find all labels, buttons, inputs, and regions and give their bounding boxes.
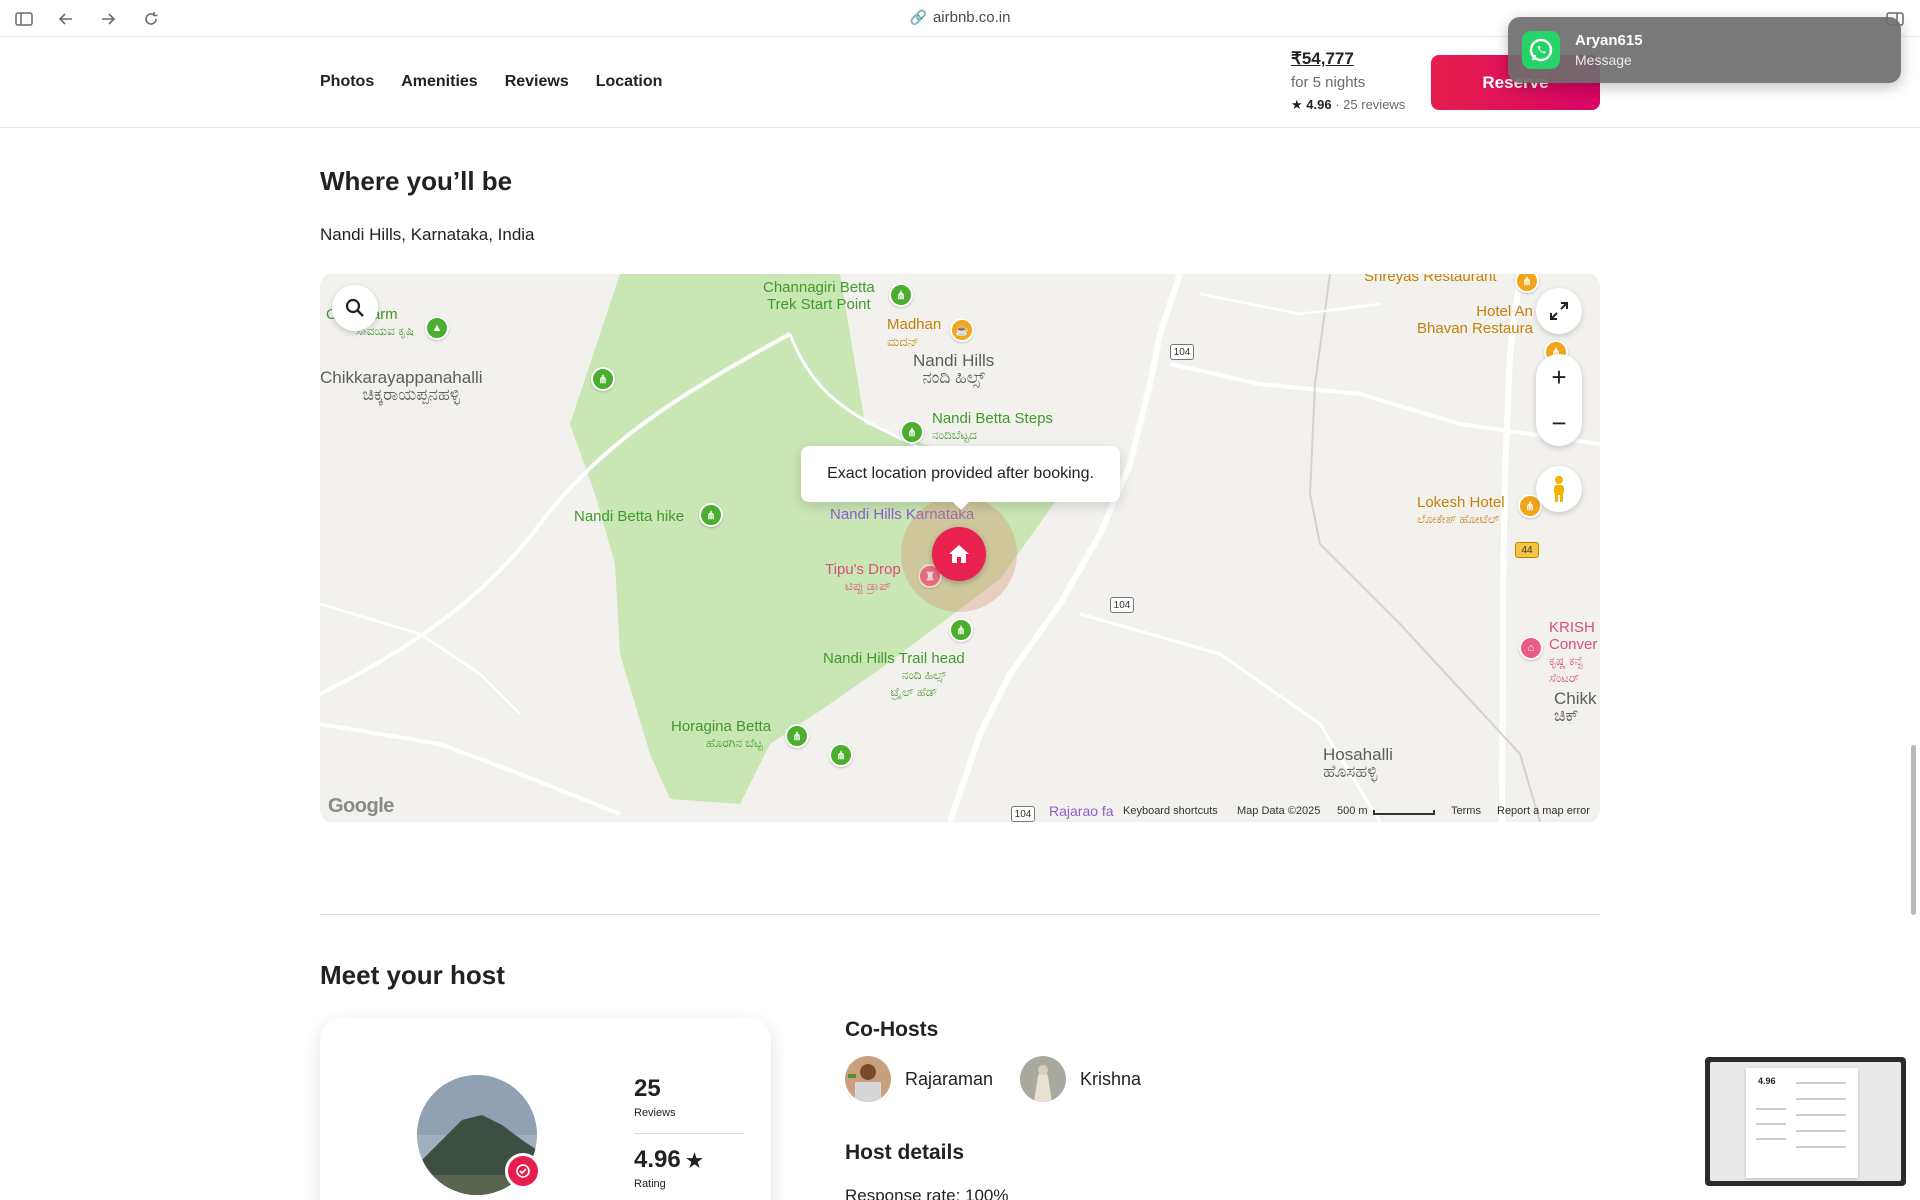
tab-amenities[interactable]: Amenities (401, 73, 477, 91)
hiking-pin-icon[interactable]: ⋔ (889, 283, 913, 307)
keyboard-shortcuts-link[interactable]: Keyboard shortcuts (1123, 805, 1218, 817)
hiking-pin-icon[interactable]: ⋔ (785, 724, 809, 748)
highway-shield: 104 (1110, 597, 1134, 613)
response-rate: Response rate: 100% (845, 1186, 1009, 1200)
map-footer: Keyboard shortcuts Map Data ©2025 500 m … (320, 800, 1600, 822)
host-card[interactable]: 25 Reviews 4.96 ★ Rating (320, 1018, 771, 1200)
thumbnail-rating: 4.96 (1758, 1076, 1776, 1086)
map-label-nandi-hills: Nandi Hills ನಂದಿ ಹಿಲ್ಸ್ (913, 351, 995, 387)
event-venue-pin-icon[interactable]: ⌂ (1519, 636, 1543, 660)
reviews-count: 25 reviews (1343, 97, 1406, 112)
url-text: airbnb.co.in (932, 9, 1011, 26)
highway-shield: 44 (1515, 542, 1539, 558)
map-label-hotel: Hotel An Bhavan Restaura (1417, 303, 1533, 337)
hiking-pin-icon[interactable]: ⋔ (699, 503, 723, 527)
rating-summary: ★ 4.96 · 25 reviews (1291, 97, 1406, 112)
cohost-avatar (1020, 1056, 1066, 1102)
scale-bar (1373, 810, 1435, 815)
fullscreen-button[interactable] (1536, 288, 1582, 334)
tab-location[interactable]: Location (596, 73, 663, 91)
rating-value: 4.96 (1306, 97, 1332, 112)
page-scrollbar[interactable] (1911, 745, 1916, 915)
tab-reviews[interactable]: Reviews (505, 73, 569, 91)
map-data-label: Map Data ©2025 (1237, 805, 1321, 817)
whatsapp-icon (1522, 31, 1560, 69)
location-map[interactable]: Channagiri Betta Trek Start Point Madhan ಮ… (320, 274, 1600, 822)
map-label-hosahalli: Hosahalli ಹೊಸಹಳ್ಳಿ (1323, 745, 1393, 781)
cafe-pin-icon[interactable]: ☕ (950, 318, 974, 342)
hiking-pin-icon[interactable]: ⋔ (900, 420, 924, 444)
section-tabs: Photos Amenities Reviews Location (320, 73, 662, 91)
cohost-item[interactable]: Rajaraman (845, 1056, 993, 1102)
highway-shield: 104 (1170, 344, 1194, 360)
map-label-horagina: Horagina Betta ಹೊರಗಿನ ಬೆಟ್ಟ (671, 718, 772, 750)
location-place: Nandi Hills, Karnataka, India (320, 225, 535, 244)
search-icon (345, 298, 364, 317)
thumbnail-review-panel: 4.96 (1746, 1068, 1858, 1178)
map-label-trail: Nandi Hills Trail head ನಂದಿ ಹಿಲ್ಸ್ ಟ್ರೈಲ್ … (823, 650, 965, 699)
cohost-item[interactable]: Krishna (1020, 1056, 1141, 1102)
location-tooltip: Exact location provided after booking. (801, 446, 1120, 510)
report-error-link[interactable]: Report a map error (1497, 805, 1590, 817)
total-price[interactable]: ₹54,777 (1291, 49, 1405, 69)
map-label-tipu: Tipu's Drop ಟಿಪ್ಪು ಡ್ರಾಪ್ (825, 561, 901, 593)
map-label-chikkarayappanahalli: Chikkarayappanahalli ಚಿಕ್ಕರಾಯಪ್ಪನಹಳ್ಳಿ (320, 368, 483, 404)
cohost-avatar (845, 1056, 891, 1102)
zoom-out-button[interactable]: − (1536, 400, 1582, 446)
home-marker-icon[interactable] (932, 527, 986, 581)
map-label-madhan: Madhan ಮದನ್ (887, 316, 942, 349)
map-label-hike: Nandi Betta hike (574, 508, 685, 525)
notification-title: Aryan615 (1575, 32, 1643, 49)
stat-divider (634, 1133, 744, 1134)
star-icon: ★ (1291, 97, 1303, 112)
expand-icon (1550, 302, 1568, 320)
host-rating-stat: 4.96 ★ Rating (634, 1146, 704, 1190)
pegman-icon (1554, 476, 1564, 502)
cohost-name: Krishna (1080, 1068, 1142, 1089)
location-heading: Where you’ll be (320, 166, 513, 196)
hiking-pin-icon[interactable]: ⋔ (829, 743, 853, 767)
hiking-pin-icon[interactable]: ⋔ (591, 367, 615, 391)
cohost-name: Rajaraman (905, 1068, 994, 1089)
zoom-controls: + − (1536, 354, 1582, 446)
map-label-chikk: Chikk ಚಿಕ್ (1554, 689, 1597, 725)
verified-badge-icon (505, 1153, 541, 1189)
map-label-shreyas: Shreyas Restaurant (1364, 274, 1497, 285)
price-summary: ₹54,777 for 5 nights ★ 4.96 · 25 reviews (1291, 49, 1405, 113)
zoom-in-button[interactable]: + (1536, 354, 1582, 400)
map-label-krishna-convention: KRISH Conver ಕೃಷ್ಣ ಕನ್ವೆ ಸೆಂಟರ್ (1549, 619, 1598, 685)
host-reviews-stat: 25 Reviews (634, 1075, 676, 1119)
screenshot-thumbnail[interactable]: 4.96 (1705, 1057, 1906, 1186)
star-icon: ★ (680, 1151, 704, 1172)
host-heading: Meet your host (320, 960, 505, 990)
cohosts-heading: Co-Hosts (845, 1018, 939, 1041)
host-details-heading: Host details (845, 1141, 965, 1164)
section-divider (320, 914, 1600, 915)
street-view-button[interactable] (1536, 466, 1582, 512)
whatsapp-notification[interactable]: Aryan615 Message (1508, 17, 1901, 83)
scale-label[interactable]: 500 m (1337, 805, 1368, 817)
hiking-pin-icon[interactable]: ⋔ (949, 618, 973, 642)
notification-subtitle: Message (1575, 52, 1632, 68)
nights-label: for 5 nights (1291, 74, 1366, 91)
map-label-lokesh: Lokesh Hotel ಲೋಕೇಶ್ ಹೋಟೆಲ್ (1417, 494, 1505, 526)
map-label-steps: Nandi Betta Steps ನಂದಿಬೆಟ್ಟದ (932, 410, 1053, 442)
map-search-button[interactable] (332, 285, 378, 331)
campground-pin-icon[interactable]: ▲ (425, 316, 449, 340)
map-label-channagiri: Channagiri Betta Trek Start Point (763, 279, 875, 313)
link-icon: 🔗 (909, 9, 927, 25)
terms-link[interactable]: Terms (1451, 805, 1481, 817)
tab-photos[interactable]: Photos (320, 73, 374, 91)
